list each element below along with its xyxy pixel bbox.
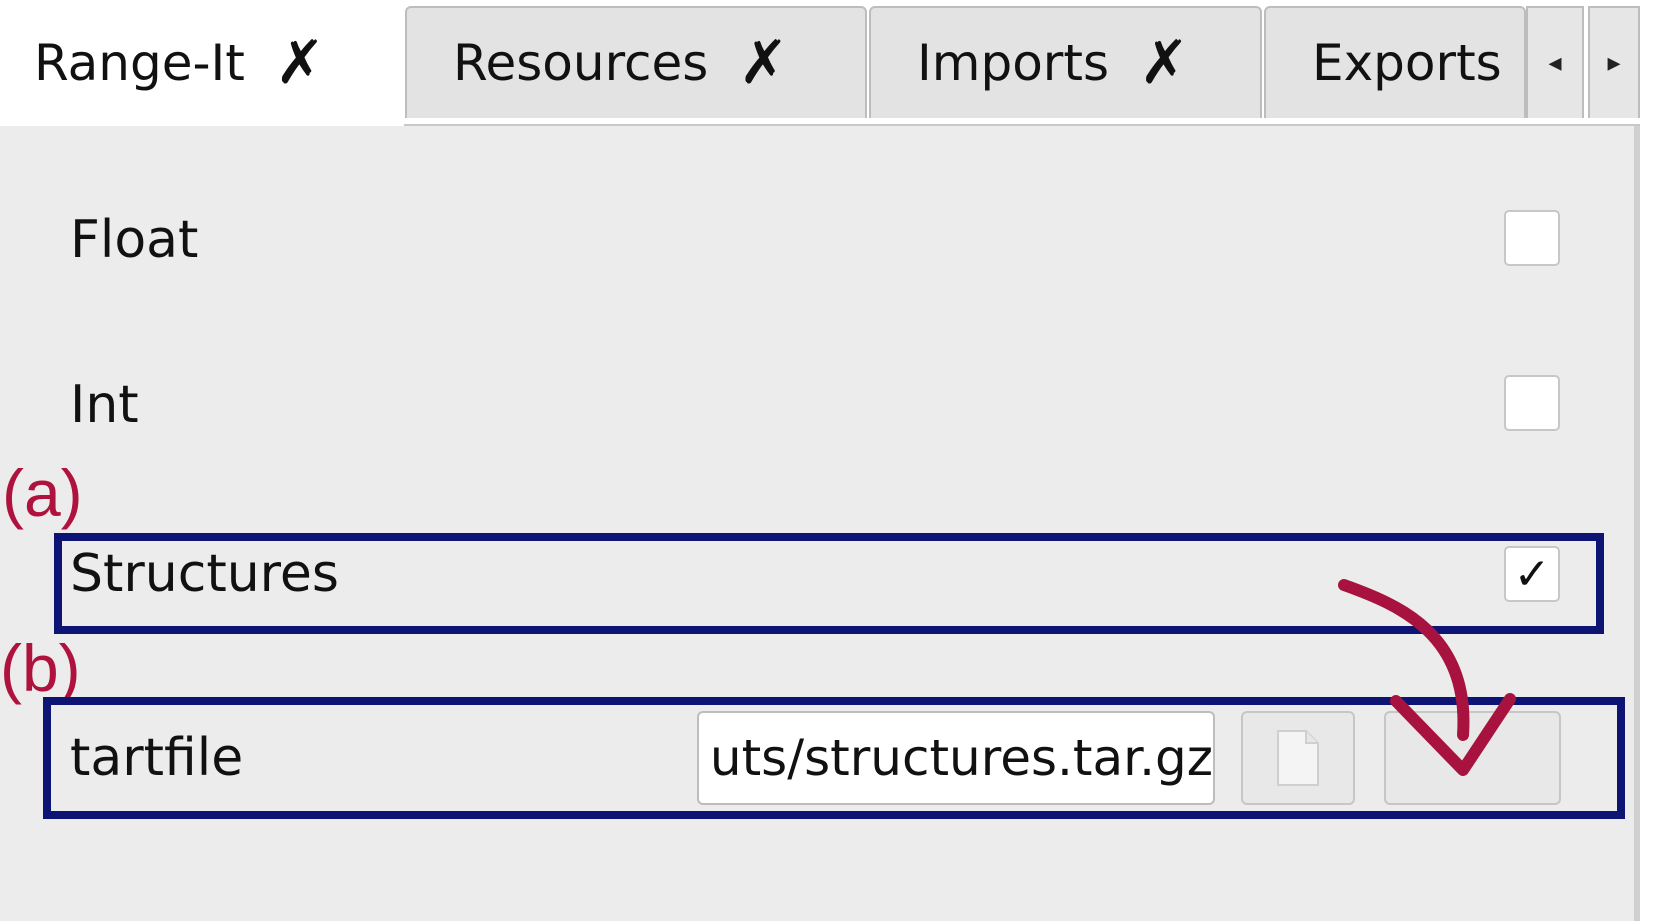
float-checkbox[interactable] [1504, 210, 1560, 266]
float-label: Float [70, 210, 199, 270]
tab-imports[interactable]: Imports ✗ [869, 6, 1262, 118]
tab-label: Resources [453, 34, 709, 92]
int-checkbox[interactable] [1504, 375, 1560, 431]
annotation-b-label: (b) [0, 631, 81, 705]
tab-label: Exports [1312, 34, 1502, 92]
close-icon[interactable]: ✗ [1139, 33, 1189, 93]
chevron-left-icon: ◂ [1548, 48, 1562, 78]
tab-label: Range-It [34, 34, 245, 92]
close-icon[interactable]: ✗ [275, 33, 325, 93]
close-icon[interactable]: ✗ [738, 33, 788, 93]
chevron-right-icon: ▸ [1607, 48, 1621, 78]
tab-scroll-left-button[interactable]: ◂ [1526, 6, 1584, 118]
tab-label: Imports [917, 34, 1109, 92]
curved-arrow-icon [1338, 579, 1516, 776]
tab-exports[interactable]: Exports [1264, 6, 1526, 118]
int-label: Int [70, 375, 139, 435]
tab-bar: Range-It ✗ Resources ✗ Imports ✗ Exports… [0, 0, 1640, 126]
annotation-a-label: (a) [2, 456, 83, 530]
tab-range-it[interactable]: Range-It ✗ [0, 0, 404, 126]
tab-resources[interactable]: Resources ✗ [405, 6, 867, 118]
tab-scroll-right-button[interactable]: ▸ [1588, 6, 1640, 118]
panel-border [1634, 126, 1640, 921]
